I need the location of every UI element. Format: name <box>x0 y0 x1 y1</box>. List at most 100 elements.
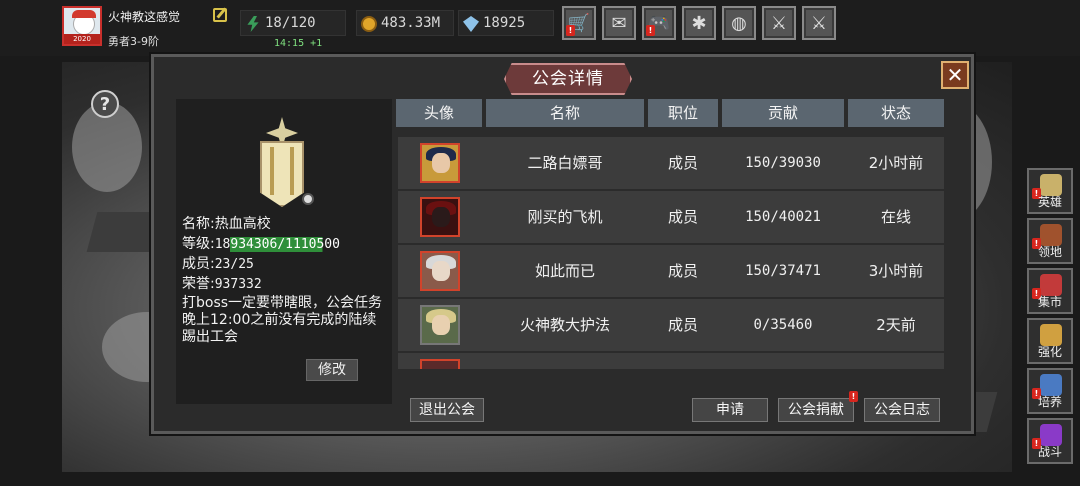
guild-members-label: 成员: <box>182 256 215 272</box>
guild-honor-row: 荣誉:937332 <box>182 273 262 293</box>
color-wheel-icon: ◍ <box>731 12 747 34</box>
leave-guild-button[interactable]: 退出公会 <box>410 398 484 422</box>
guild-exp-bar: 934306/1110500 <box>230 236 340 252</box>
member-name: 火神教大护法 <box>519 316 610 334</box>
guild-details-dialog: 公会详情 ✕ 名称:热血高校 等级:18934306/1110500 成员:23… <box>151 54 974 434</box>
guild-name-row: 名称:热血高校 <box>182 213 271 233</box>
side-menu-label: 领地 <box>1037 245 1062 259</box>
alert-badge: ! <box>566 25 575 36</box>
guild-info-panel: 名称:热血高校 等级:18934306/1110500 成员:23/25 荣誉:… <box>176 99 392 404</box>
donate-label: 公会捐献 <box>788 402 844 418</box>
crossed-swords-icon: ⚔ <box>810 12 828 34</box>
member-name: 刚买的飞机 <box>527 208 603 226</box>
member-portrait[interactable] <box>420 251 460 291</box>
shop-button[interactable]: 🛒! <box>562 6 596 40</box>
edit-notice-button[interactable]: 修改 <box>306 359 358 381</box>
energy-value: 18/120 <box>265 15 316 31</box>
sword-button[interactable]: ⚔ <box>762 6 796 40</box>
table-row[interactable] <box>398 353 944 369</box>
hat-icon <box>72 10 96 18</box>
edit-name-icon[interactable] <box>213 8 227 22</box>
guild-level: 18 <box>214 237 231 252</box>
alert-badge: ! <box>646 25 655 36</box>
crossed-swords-button[interactable]: ⚔ <box>802 6 836 40</box>
table-row[interactable]: 刚买的飞机 成员 150/40021 在线 <box>398 191 944 243</box>
player-name: 火神教这感觉 <box>108 10 181 24</box>
guild-honor: 937332 <box>214 277 262 292</box>
gem-counter: 18925 <box>458 10 554 36</box>
member-contribution: 150/40021 <box>745 209 821 225</box>
member-contribution: 0/35460 <box>753 317 813 333</box>
side-menu-item[interactable]: 领地! <box>1027 218 1073 264</box>
guild-level-row: 等级:18934306/1110500 <box>182 233 340 253</box>
side-menu-item[interactable]: 战斗! <box>1027 418 1073 464</box>
side-menu-item[interactable]: 集市! <box>1027 268 1073 314</box>
member-role: 成员 <box>667 316 698 334</box>
mail-icon: ✉ <box>611 12 627 34</box>
gold-counter: 483.33M <box>356 10 454 36</box>
dialog-title: 公会详情 <box>504 63 632 95</box>
member-role: 成员 <box>667 154 698 172</box>
gamepad-button[interactable]: 🎮! <box>642 6 676 40</box>
side-menu-label: 英雄 <box>1037 195 1062 209</box>
header-status: 状态 <box>848 99 944 127</box>
emblem-tag-icon <box>302 193 314 205</box>
guild-members: 23/25 <box>214 257 254 272</box>
header-name: 名称 <box>486 99 644 127</box>
table-row[interactable]: 如此而已 成员 150/37471 3小时前 <box>398 245 944 297</box>
member-contribution: 150/37471 <box>745 263 821 279</box>
coin-icon <box>361 16 377 32</box>
gem-value: 18925 <box>483 15 526 31</box>
member-contribution: 150/39030 <box>745 155 821 171</box>
member-status: 2天前 <box>876 316 916 334</box>
energy-regen-timer: 14:15 +1 <box>274 38 323 49</box>
member-status: 在线 <box>880 208 911 226</box>
guild-notice: 打boss一定要带瞎眼，公会任务晚上12:00之前没有完成的陆续踢出工会 <box>182 295 383 345</box>
header-role: 职位 <box>648 99 718 127</box>
member-portrait[interactable] <box>420 305 460 345</box>
help-icon[interactable]: ? <box>91 90 119 118</box>
color-wheel-button[interactable]: ◍ <box>722 6 756 40</box>
energy-counter: 18/120 <box>240 10 346 36</box>
avatar-year-label: 2020 <box>64 34 100 44</box>
apply-button[interactable]: 申请 <box>692 398 768 422</box>
energy-icon <box>247 16 259 32</box>
side-menu-item[interactable]: 强化 <box>1027 318 1073 364</box>
table-row[interactable]: 二路白嫖哥 成员 150/39030 2小时前 <box>398 137 944 189</box>
guild-name-label: 名称: <box>182 216 215 232</box>
mail-button[interactable]: ✉ <box>602 6 636 40</box>
settings-button[interactable]: ✱ <box>682 6 716 40</box>
table-row[interactable]: 火神教大护法 成员 0/35460 2天前 <box>398 299 944 351</box>
player-avatar[interactable]: 2020 <box>62 6 102 46</box>
side-menu-label: 战斗 <box>1037 445 1062 459</box>
top-bar: 2020 火神教这感觉 勇者3-9阶 18/120 14:15 +1 483.3… <box>0 0 1080 56</box>
member-portrait[interactable] <box>420 197 460 237</box>
guild-emblem-icon <box>254 117 314 213</box>
member-status: 3小时前 <box>868 262 924 280</box>
side-menu-label: 强化 <box>1037 345 1062 359</box>
gem-icon <box>463 16 479 32</box>
donate-alert-badge: ! <box>849 391 858 402</box>
guild-log-button[interactable]: 公会日志 <box>864 398 940 422</box>
gold-value: 483.33M <box>381 15 441 31</box>
member-status: 2小时前 <box>868 154 924 172</box>
member-name: 二路白嫖哥 <box>527 154 603 172</box>
guild-name: 热血高校 <box>214 216 271 232</box>
guild-honor-label: 荣誉: <box>182 276 215 292</box>
header-contribution: 贡献 <box>722 99 844 127</box>
sword-icon: ⚔ <box>770 12 788 34</box>
settings-icon: ✱ <box>691 12 707 34</box>
member-name: 如此而已 <box>534 262 595 280</box>
player-rank: 勇者3-9阶 <box>108 35 159 48</box>
member-list[interactable]: 二路白嫖哥 成员 150/39030 2小时前 刚买的飞机 成员 150/40021 在线 如此… <box>398 137 944 369</box>
side-menu-label: 培养 <box>1037 395 1062 409</box>
close-button[interactable]: ✕ <box>941 61 969 89</box>
side-menu-item[interactable]: 培养! <box>1027 368 1073 414</box>
donate-button[interactable]: 公会捐献 ! <box>778 391 858 422</box>
member-portrait[interactable] <box>420 143 460 183</box>
member-portrait[interactable] <box>420 359 460 369</box>
guild-level-label: 等级: <box>182 236 215 252</box>
member-role: 成员 <box>667 208 698 226</box>
guild-members-row: 成员:23/25 <box>182 253 254 273</box>
side-menu-item[interactable]: 英雄! <box>1027 168 1073 214</box>
